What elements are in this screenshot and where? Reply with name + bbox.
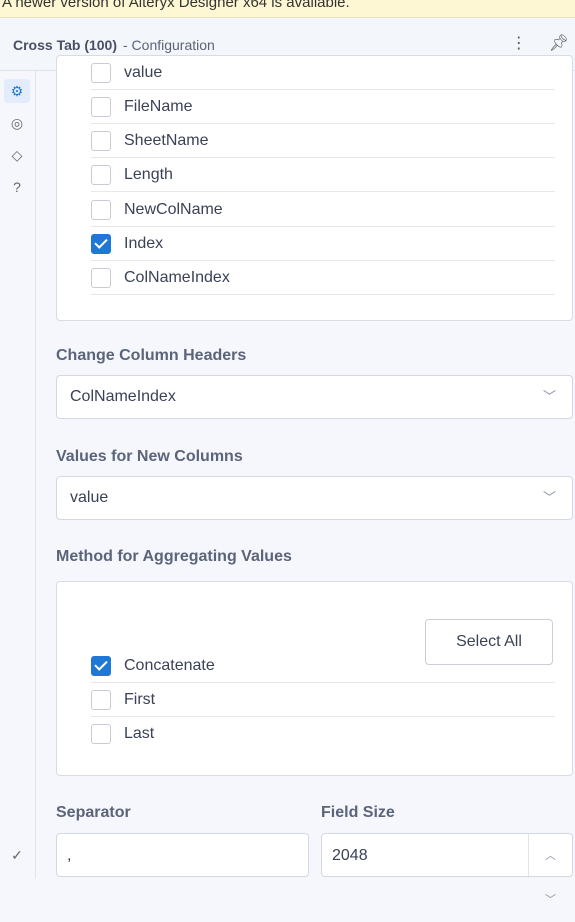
checkbox[interactable]: [91, 96, 111, 117]
field-size-label: Field Size: [321, 804, 395, 821]
aggregation-label: Method for Aggregating Values: [56, 548, 292, 565]
check-circle-icon[interactable]: ✓: [4, 843, 30, 867]
checkbox[interactable]: [91, 164, 111, 185]
chevron-down-icon: ﹀: [542, 490, 556, 505]
method-label: Last: [124, 725, 155, 742]
method-label: First: [124, 690, 156, 708]
chevron-down-icon: ﹀: [542, 389, 556, 404]
field-label: Index: [124, 234, 164, 252]
help-icon[interactable]: ?: [4, 175, 30, 199]
panel-title: Cross Tab (100): [13, 36, 117, 53]
side-rail: ⚙ ◎ ◇ ? ✓: [0, 71, 36, 879]
values-label: Values for New Columns: [56, 448, 243, 465]
select-value: value: [70, 489, 109, 506]
method-label: Concatenate: [124, 656, 215, 674]
separator-label: Separator: [56, 804, 131, 821]
checkbox[interactable]: [91, 689, 111, 710]
field-label: ColNameIndex: [124, 268, 230, 286]
checkbox[interactable]: [91, 130, 111, 151]
values-select[interactable]: value ﹀: [56, 476, 573, 520]
update-banner[interactable]: A newer version of Alteryx Designer x64 …: [0, 0, 575, 18]
column-headers-select[interactable]: ColNameIndex ﹀: [56, 375, 573, 419]
field-label: Length: [124, 165, 173, 183]
decrement-icon[interactable]: ﹀: [545, 878, 556, 922]
field-size-value: 2048: [332, 847, 368, 864]
headers-label: Change Column Headers: [56, 347, 247, 364]
checkbox[interactable]: [91, 62, 111, 83]
connection-icon[interactable]: ◎: [4, 111, 30, 135]
more-options-icon[interactable]: ⋮: [511, 33, 527, 53]
select-value: ColNameIndex: [70, 388, 176, 405]
field-label: value: [124, 63, 163, 81]
checkbox[interactable]: [91, 199, 111, 220]
field-label: FileName: [124, 97, 193, 115]
panel-subtitle: - Configuration: [123, 36, 215, 53]
group-by-field-list: value FileName SheetName Length NewColNa…: [56, 55, 573, 321]
checkbox[interactable]: [91, 724, 111, 744]
tag-icon[interactable]: ◇: [4, 143, 30, 167]
aggregation-list: Select All Concatenate First Last: [56, 581, 573, 776]
field-label: SheetName: [124, 131, 209, 149]
pin-icon[interactable]: 📌︎: [549, 33, 569, 53]
increment-icon[interactable]: ︿: [545, 834, 556, 878]
checkbox-checked[interactable]: [91, 655, 111, 676]
checkbox[interactable]: [91, 267, 111, 288]
gear-icon[interactable]: ⚙: [4, 79, 30, 103]
field-label: NewColName: [124, 200, 223, 218]
checkbox-checked[interactable]: [91, 233, 111, 254]
separator-input[interactable]: ,: [56, 833, 309, 877]
field-size-stepper[interactable]: 2048 ︿ ﹀: [321, 833, 573, 906]
